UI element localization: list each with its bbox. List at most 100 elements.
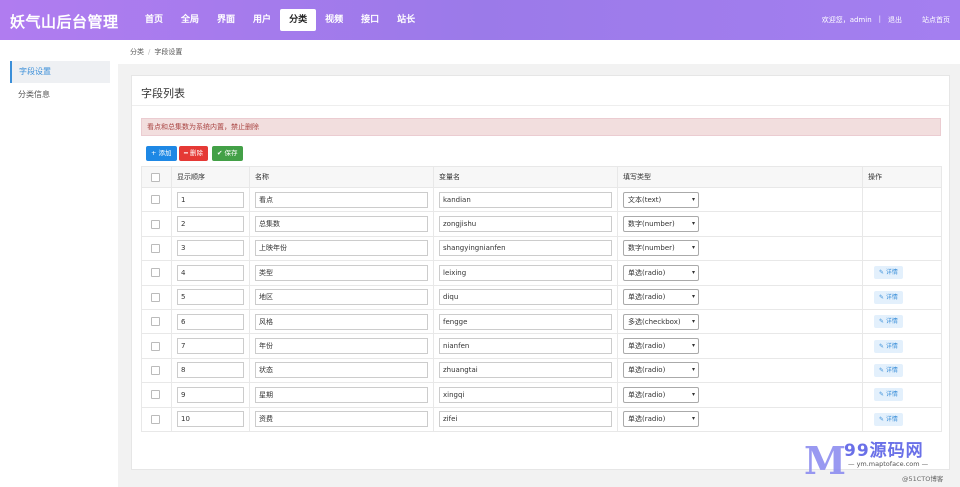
table-row: 单选(radio) ▾ ✎ 详情 (141, 357, 942, 384)
type-select-value: 多选(checkbox) (628, 317, 681, 326)
nav-home[interactable]: 首页 (136, 9, 172, 31)
name-input[interactable] (255, 264, 428, 281)
select-all-checkbox[interactable] (151, 172, 160, 182)
order-cell (171, 284, 250, 310)
action-cell (862, 235, 942, 262)
detail-button[interactable]: ✎ 详情 (874, 388, 903, 402)
row-checkbox[interactable] (151, 317, 160, 327)
type-select[interactable]: 数字(number) ▾ (623, 240, 699, 257)
row-checkbox[interactable] (151, 390, 160, 400)
name-input[interactable] (255, 289, 428, 306)
variable-cell (433, 211, 618, 237)
variable-input[interactable] (439, 362, 612, 379)
chevron-down-icon: ▾ (691, 390, 695, 398)
order-input[interactable] (177, 362, 244, 379)
order-input[interactable] (177, 338, 244, 355)
row-checkbox[interactable] (151, 195, 160, 205)
detail-button[interactable]: ✎ 详情 (874, 315, 903, 329)
order-input[interactable] (177, 386, 244, 403)
type-cell: 单选(radio) ▾ (617, 382, 863, 408)
row-checkbox[interactable] (151, 341, 160, 351)
variable-input[interactable] (439, 338, 612, 355)
nav-category[interactable]: 分类 (280, 9, 317, 31)
nav-api[interactable]: 接口 (352, 9, 388, 31)
detail-button[interactable]: ✎ 详情 (874, 412, 903, 426)
variable-input[interactable] (439, 386, 612, 403)
type-select[interactable]: 单选(radio) ▾ (623, 289, 699, 306)
type-select[interactable]: 单选(radio) ▾ (623, 338, 699, 355)
detail-button[interactable]: ✎ 详情 (874, 290, 903, 304)
order-input[interactable] (177, 264, 244, 281)
name-cell (249, 186, 434, 213)
type-cell: 单选(radio) ▾ (617, 260, 863, 286)
logout-link[interactable]: 退出 (888, 15, 902, 25)
name-input[interactable] (255, 216, 428, 233)
table-row: 单选(radio) ▾ ✎ 详情 (141, 284, 942, 310)
add-button[interactable]: + 添加 (146, 146, 177, 161)
name-input[interactable] (255, 386, 428, 403)
row-select (141, 308, 172, 335)
detail-button[interactable]: ✎ 详情 (874, 266, 903, 280)
order-input[interactable] (177, 313, 244, 330)
sidebar-item-category-info[interactable]: 分类信息 (10, 84, 110, 106)
variable-input[interactable] (439, 191, 612, 208)
order-cell (171, 357, 250, 384)
variable-input[interactable] (439, 313, 612, 330)
type-select[interactable]: 文本(text) ▾ (623, 191, 699, 208)
order-input[interactable] (177, 191, 244, 208)
detail-button[interactable]: ✎ 详情 (874, 363, 903, 377)
row-checkbox[interactable] (151, 414, 160, 424)
top-header: 妖气山后台管理 首页 全局 界面 用户 分类 视频 接口 站长 欢迎您，admi… (0, 0, 960, 40)
name-input[interactable] (255, 411, 428, 428)
name-input[interactable] (255, 313, 428, 330)
name-input[interactable] (255, 191, 428, 208)
panel-divider (132, 105, 949, 106)
variable-input[interactable] (439, 411, 612, 428)
row-checkbox[interactable] (151, 219, 160, 229)
save-button[interactable]: ✔ 保存 (212, 146, 243, 161)
order-cell (171, 235, 250, 262)
site-home-link[interactable]: 站点首页 (922, 15, 950, 25)
sidebar-item-field-settings[interactable]: 字段设置 (10, 61, 110, 83)
order-input[interactable] (177, 216, 244, 233)
name-input[interactable] (255, 240, 428, 257)
nav-video[interactable]: 视频 (316, 9, 352, 31)
name-cell (249, 260, 434, 286)
variable-input[interactable] (439, 289, 612, 306)
row-checkbox[interactable] (151, 365, 160, 375)
order-input[interactable] (177, 411, 244, 428)
chevron-down-icon: ▾ (691, 293, 695, 301)
type-select[interactable]: 单选(radio) ▾ (623, 264, 699, 281)
type-select-value: 数字(number) (628, 220, 675, 229)
detail-button[interactable]: ✎ 详情 (874, 339, 903, 353)
watermark-tag: @51CTO博客 (902, 475, 944, 483)
variable-cell (433, 357, 618, 384)
row-checkbox[interactable] (151, 243, 160, 253)
nav-webmaster[interactable]: 站长 (388, 9, 424, 31)
type-select-value: 单选(radio) (628, 415, 666, 424)
action-cell: ✎ 详情 (862, 406, 942, 432)
type-select[interactable]: 数字(number) ▾ (623, 216, 699, 233)
field-list-panel: 字段列表 看点和总集数为系统内置，禁止删除 + 添加 ━ 删除 ✔ 保存 显示顺… (131, 75, 950, 470)
order-cell (171, 333, 250, 359)
variable-input[interactable] (439, 264, 612, 281)
row-checkbox[interactable] (151, 268, 160, 278)
nav-interface[interactable]: 界面 (208, 9, 244, 31)
row-checkbox[interactable] (151, 292, 160, 302)
chevron-down-icon: ▾ (691, 220, 695, 228)
type-select[interactable]: 多选(checkbox) ▾ (623, 313, 699, 330)
type-select[interactable]: 单选(radio) ▾ (623, 386, 699, 403)
nav-global[interactable]: 全局 (172, 9, 208, 31)
order-input[interactable] (177, 240, 244, 257)
delete-button[interactable]: ━ 删除 (179, 146, 208, 161)
variable-input[interactable] (439, 216, 612, 233)
type-select[interactable]: 单选(radio) ▾ (623, 411, 699, 428)
nav-users[interactable]: 用户 (244, 9, 280, 31)
chevron-down-icon: ▾ (691, 195, 695, 203)
breadcrumb-root[interactable]: 分类 (130, 48, 144, 56)
order-input[interactable] (177, 289, 244, 306)
name-input[interactable] (255, 362, 428, 379)
name-input[interactable] (255, 338, 428, 355)
variable-input[interactable] (439, 240, 612, 257)
type-select[interactable]: 单选(radio) ▾ (623, 362, 699, 379)
